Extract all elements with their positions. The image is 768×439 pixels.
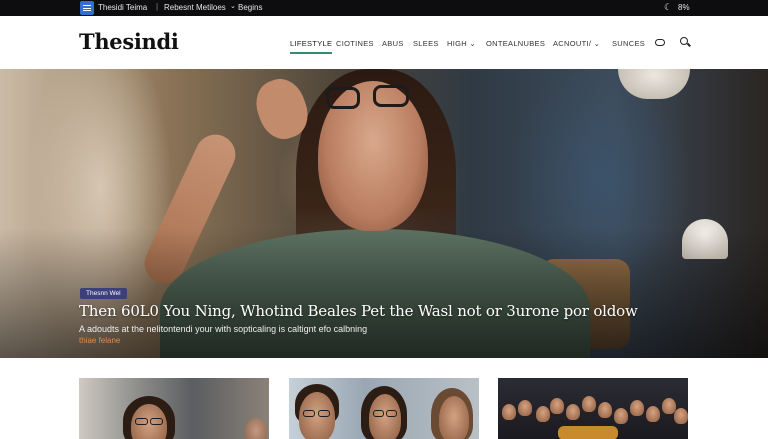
hero-banner[interactable]: Thesnn Wel Then 60L0 You Ning, Whotind B… <box>0 69 768 358</box>
chevron-down-icon[interactable]: ⌄ <box>230 2 236 10</box>
article-card-1[interactable] <box>79 378 269 439</box>
glasses-icon <box>303 410 315 417</box>
top-bar: Thesidi Teima | Rebesnt Metiloes ⌄ Begin… <box>0 0 768 16</box>
hero-read-more-link[interactable]: thiae felane <box>79 336 120 345</box>
site-header: Thesindi LIFESTYLE CIOTINES ABUS SLEES H… <box>0 16 768 70</box>
glasses-icon <box>386 410 397 417</box>
crowd-face <box>630 400 644 416</box>
crowd-face <box>536 406 550 422</box>
crowd-face <box>674 408 688 424</box>
glasses-icon <box>135 418 148 425</box>
nav-item-slees[interactable]: SLEES <box>413 39 439 48</box>
search-icon[interactable] <box>680 37 688 45</box>
toggle-icon[interactable] <box>655 39 665 46</box>
nav-item-lifestyle[interactable]: LIFESTYLE <box>290 39 333 54</box>
nav-item-acnouti-label: ACNOUTI/ <box>553 39 592 48</box>
crowd-face <box>646 406 660 422</box>
nav-item-abus[interactable]: ABUS <box>382 39 404 48</box>
nav-item-acnouti[interactable]: ACNOUTI/ ⌄ <box>553 39 600 48</box>
nav-item-high[interactable]: HIGH ⌄ <box>447 39 476 48</box>
nav-item-ciotines[interactable]: CIOTINES <box>336 39 374 48</box>
list-icon[interactable] <box>80 1 94 15</box>
topbar-separator: | <box>156 2 159 11</box>
hero-description: A adoudts at the nelitontendi your with … <box>79 324 368 334</box>
crowd-face <box>550 398 564 414</box>
glasses-icon <box>318 410 330 417</box>
nav-item-sunces[interactable]: SUNCES <box>612 39 645 48</box>
crowd-face <box>598 402 612 418</box>
crowd-face <box>614 408 628 424</box>
article-card-3[interactable] <box>498 378 688 439</box>
card-face <box>439 396 469 439</box>
chevron-down-icon: ⌄ <box>469 39 476 48</box>
chevron-down-icon: ⌄ <box>593 39 601 48</box>
crowd-face <box>518 400 532 416</box>
site-logo[interactable]: Thesindi <box>79 29 179 54</box>
topbar-text-2[interactable]: Rebesnt Metiloes <box>164 3 226 12</box>
hero-category-tag[interactable]: Thesnn Wel <box>80 288 127 299</box>
crowd-face <box>502 404 516 420</box>
glasses-icon <box>150 418 163 425</box>
crowd-shirt <box>558 426 618 439</box>
nav-item-high-label: HIGH <box>447 39 467 48</box>
crowd-face <box>582 396 596 412</box>
article-card-2[interactable] <box>289 378 479 439</box>
card-face <box>245 418 267 439</box>
nav-item-ontealnubes[interactable]: ONTEALNUBES <box>486 39 545 48</box>
topbar-text-3[interactable]: Begins <box>238 3 262 12</box>
crowd-face <box>566 404 580 420</box>
hero-title[interactable]: Then 60L0 You Ning, Whotind Beales Pet t… <box>79 302 638 320</box>
glasses-icon <box>373 410 384 417</box>
moon-icon[interactable]: ☾ <box>664 2 672 13</box>
topbar-text-1[interactable]: Thesidi Teima <box>98 3 147 12</box>
topbar-right-text: 8% <box>678 3 690 12</box>
